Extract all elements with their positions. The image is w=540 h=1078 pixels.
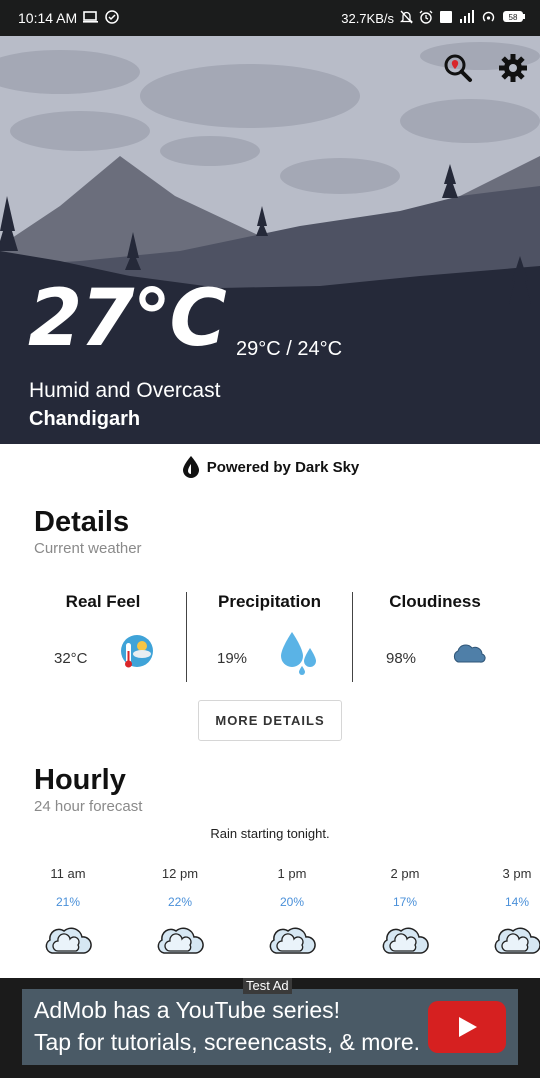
location-name: Chandigarh — [29, 408, 141, 430]
hourly-precip: 22% — [167, 895, 193, 909]
settings-button[interactable] — [496, 51, 530, 85]
hourly-precip: 14% — [504, 895, 530, 909]
hourly-time: 3 pm — [502, 866, 532, 881]
detail-value: 19% — [217, 650, 248, 667]
details-title: Details — [34, 506, 130, 538]
battery-level: 58 — [509, 13, 518, 22]
rain-cloud-icon — [135, 921, 225, 959]
test-ad-label: Test Ad — [243, 978, 292, 994]
detail-value: 32°C — [54, 650, 88, 667]
signal-icon — [459, 10, 475, 26]
powered-by-dark-sky[interactable]: Powered by Dark Sky — [0, 452, 540, 482]
hourly-title: Hourly — [34, 764, 126, 796]
thermometer-sun-icon — [120, 634, 154, 675]
detail-value: 98% — [386, 650, 417, 667]
hourly-precip: 17% — [392, 895, 418, 909]
water-drops-icon — [278, 630, 320, 681]
hourly-forecast-strip[interactable]: 11 am 21% 12 pm 22% 1 pm 20% 2 pm 17% 3 … — [0, 858, 540, 978]
detail-label: Cloudiness — [389, 592, 481, 611]
rain-cloud-icon — [360, 921, 450, 959]
ad-body: Tap for tutorials, screencasts, & more. — [34, 1029, 421, 1055]
hourly-item[interactable]: 3 pm 14% — [472, 866, 540, 959]
detail-precipitation: Precipitation 19% — [186, 592, 353, 682]
check-circle-icon — [105, 9, 119, 27]
search-location-button[interactable] — [441, 51, 475, 85]
hourly-item[interactable]: 1 pm 20% — [247, 866, 337, 959]
detail-real-feel: Real Feel 32°C — [18, 592, 188, 682]
detail-cloudiness: Cloudiness 98% — [352, 592, 518, 682]
ad-headline: AdMob has a YouTube series! — [34, 997, 341, 1023]
bell-off-icon — [399, 10, 414, 27]
ad-card[interactable]: AdMob has a YouTube series! Tap for tuto… — [22, 989, 518, 1065]
search-location-icon — [444, 54, 472, 82]
hourly-item[interactable]: 11 am 21% — [23, 866, 113, 959]
volte-icon — [439, 10, 453, 27]
wifi-hotspot-icon — [481, 10, 496, 27]
ad-banner: AdMob has a YouTube series! Tap for tuto… — [0, 978, 540, 1078]
weather-hero: 27°C 29°C / 24°C Humid and Overcast Chan… — [0, 36, 540, 444]
screen-icon — [83, 10, 99, 26]
hourly-time: 2 pm — [390, 866, 420, 881]
details-subtitle: Current weather — [34, 540, 142, 557]
hourly-precip: 20% — [279, 895, 305, 909]
gear-icon — [499, 54, 527, 82]
powered-by-text: Powered by Dark Sky — [206, 458, 360, 476]
rain-cloud-icon — [23, 921, 113, 959]
cloud-icon — [450, 642, 486, 669]
alarm-icon — [419, 10, 433, 27]
detail-label: Precipitation — [218, 592, 321, 611]
current-temperature: 27°C — [28, 274, 227, 364]
status-bar: 10:14 AM 32.7KB/s 58 — [0, 0, 540, 36]
hourly-precip: 21% — [55, 895, 81, 909]
dark-sky-logo-icon — [182, 456, 199, 478]
hourly-time: 12 pm — [161, 866, 199, 881]
network-speed: 32.7KB/s — [341, 10, 394, 26]
battery-icon: 58 — [502, 10, 526, 26]
weather-condition: Humid and Overcast — [29, 379, 221, 402]
hourly-item[interactable]: 2 pm 17% — [360, 866, 450, 959]
hourly-summary: Rain starting tonight. — [210, 826, 330, 841]
status-time: 10:14 AM — [18, 10, 78, 26]
min-max-temperature: 29°C / 24°C — [236, 338, 343, 360]
hourly-time: 11 am — [50, 866, 86, 881]
youtube-play-icon — [428, 1001, 506, 1053]
more-details-button[interactable]: MORE DETAILS — [198, 700, 342, 741]
hourly-subtitle: 24 hour forecast — [34, 798, 143, 815]
detail-label: Real Feel — [65, 592, 141, 611]
rain-cloud-icon — [247, 921, 337, 959]
hourly-time: 1 pm — [277, 866, 307, 881]
rain-cloud-icon — [472, 921, 540, 959]
hourly-item[interactable]: 12 pm 22% — [135, 866, 225, 959]
